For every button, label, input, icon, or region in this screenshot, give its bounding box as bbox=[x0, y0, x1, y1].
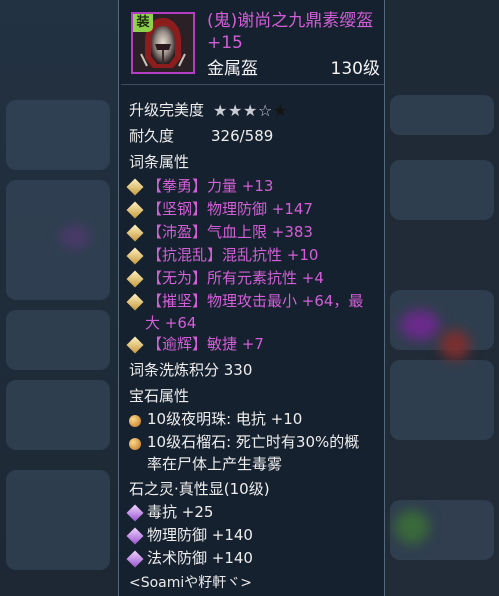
equipped-badge: 装 bbox=[133, 14, 153, 32]
gem-item: 10级石榴石: 死亡时有30%的概 bbox=[147, 433, 360, 451]
affix-item: 【抗混乱】混乱抗性 +10 bbox=[147, 246, 319, 264]
gem-item-continued: 率在尸体上产生毒雾 bbox=[147, 455, 283, 473]
affix-item: 【摧坚】物理攻击最小 +64，最 bbox=[147, 292, 364, 310]
affix-item-continued: 大 +64 bbox=[145, 314, 197, 332]
background-slot bbox=[6, 380, 110, 450]
item-tooltip: 装 (鬼)谢尚之九鼎素缨盔 +15 金属盔 130级 升级完美度 ★ ★ ★ ☆ ★ 耐… bbox=[118, 0, 385, 596]
background-slot bbox=[6, 470, 110, 570]
background-glow bbox=[395, 510, 429, 544]
affix-item: 【逾辉】敏捷 +7 bbox=[147, 335, 264, 353]
gold-diamond-icon bbox=[126, 201, 144, 219]
gold-diamond-icon bbox=[126, 336, 144, 354]
gold-diamond-icon bbox=[126, 247, 144, 265]
item-icon-slot[interactable]: 装 bbox=[131, 12, 195, 74]
star-icon: ★ bbox=[243, 101, 257, 120]
affix-item: 【无为】所有元素抗性 +4 bbox=[147, 269, 324, 287]
purple-diamond-icon bbox=[126, 527, 144, 545]
background-slot bbox=[390, 160, 494, 220]
background-glow bbox=[440, 330, 470, 360]
durability-value: 326/589 bbox=[211, 127, 274, 145]
affix-item: 【坚钢】物理防御 +147 bbox=[147, 200, 313, 218]
refine-points: 词条洗炼积分 330 bbox=[129, 361, 253, 379]
gold-diamond-icon bbox=[126, 224, 144, 242]
item-level: 130级 bbox=[330, 59, 380, 79]
star-icon: ★ bbox=[273, 101, 287, 120]
spirit-item: 物理防御 +140 bbox=[147, 526, 253, 544]
tooltip-header: 装 (鬼)谢尚之九鼎素缨盔 +15 金属盔 130级 bbox=[119, 0, 386, 84]
upgrade-stars: ★ ★ ★ ☆ ★ bbox=[213, 101, 288, 120]
affix-item: 【拳勇】力量 +13 bbox=[147, 177, 274, 195]
background-slot bbox=[6, 310, 110, 370]
gold-orb-icon bbox=[129, 415, 141, 427]
gold-diamond-icon bbox=[126, 178, 144, 196]
star-icon: ★ bbox=[213, 101, 227, 120]
gold-orb-icon bbox=[129, 438, 141, 450]
item-type: 金属盔 bbox=[207, 59, 258, 79]
purple-diamond-icon bbox=[126, 550, 144, 568]
maker-signature: <Soamiや籽軒ヾ> bbox=[129, 575, 253, 591]
background-glow bbox=[60, 225, 90, 249]
background-slot bbox=[6, 100, 110, 170]
background-slot bbox=[6, 180, 110, 300]
background-slot bbox=[390, 95, 494, 135]
durability-label: 耐久度 bbox=[129, 127, 175, 145]
star-icon: ★ bbox=[228, 101, 242, 120]
gem-item: 10级夜明珠: 电抗 +10 bbox=[147, 410, 303, 428]
spirit-item: 毒抗 +25 bbox=[147, 503, 214, 521]
background-slot bbox=[390, 360, 494, 440]
affix-item: 【沛盈】气血上限 +383 bbox=[147, 223, 313, 241]
gems-header: 宝石属性 bbox=[129, 387, 190, 405]
item-name: (鬼)谢尚之九鼎素缨盔 +15 bbox=[207, 11, 374, 53]
star-icon: ☆ bbox=[258, 101, 272, 120]
spirit-header: 石之灵·真性显(10级) bbox=[129, 480, 270, 498]
spirit-item: 法术防御 +140 bbox=[147, 549, 253, 567]
background-glow bbox=[400, 310, 440, 340]
purple-diamond-icon bbox=[126, 504, 144, 522]
header-divider bbox=[121, 84, 384, 85]
affix-header: 词条属性 bbox=[129, 153, 190, 171]
gold-diamond-icon bbox=[126, 270, 144, 288]
upgrade-label: 升级完美度 bbox=[129, 101, 205, 119]
gold-diamond-icon bbox=[126, 293, 144, 311]
